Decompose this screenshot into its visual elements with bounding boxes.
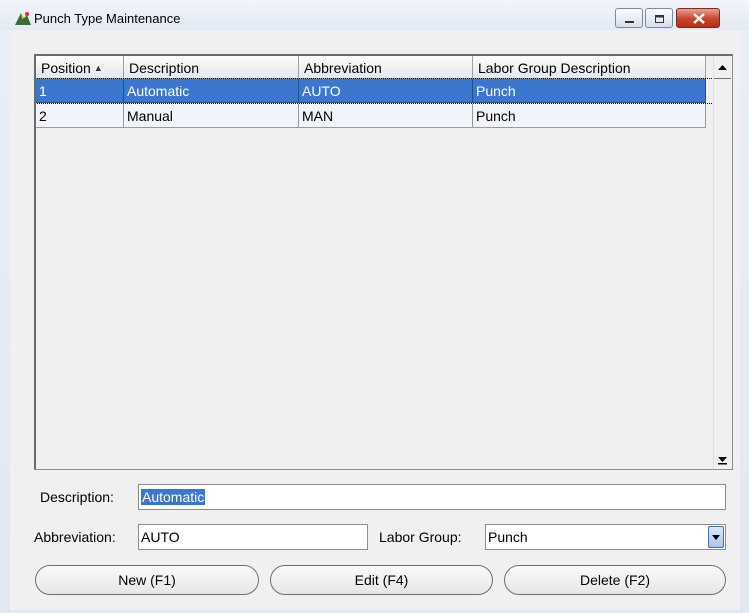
table-row[interactable]: 2 Manual MAN Punch <box>36 104 715 128</box>
cell-description: Manual <box>124 104 299 128</box>
cell-position: 2 <box>36 104 124 128</box>
edit-button[interactable]: Edit (F4) <box>270 565 493 595</box>
abbreviation-field[interactable]: AUTO <box>138 524 368 550</box>
title-bar[interactable]: Punch Type Maintenance <box>0 0 749 30</box>
window-frame: Punch Type Maintenance Position ▲ Descrip… <box>0 0 749 613</box>
column-header-labor-group[interactable]: Labor Group Description <box>473 56 706 79</box>
labor-group-value: Punch <box>488 529 528 545</box>
delete-button[interactable]: Delete (F2) <box>504 565 726 595</box>
new-button[interactable]: New (F1) <box>35 565 259 595</box>
vertical-scrollbar[interactable] <box>713 56 732 469</box>
description-label: Description: <box>40 489 114 505</box>
arrow-down-icon <box>714 455 731 469</box>
description-value: Automatic <box>141 489 206 505</box>
abbreviation-label: Abbreviation: <box>34 529 116 545</box>
abbreviation-value: AUTO <box>141 529 180 545</box>
sort-ascending-icon: ▲ <box>93 63 103 73</box>
cell-description: Automatic <box>124 79 299 103</box>
chevron-down-icon <box>709 534 723 550</box>
description-field[interactable]: Automatic <box>138 484 726 510</box>
column-header-description[interactable]: Description <box>124 56 299 79</box>
labor-group-dropdown-button[interactable] <box>708 526 724 548</box>
close-button[interactable] <box>676 8 720 28</box>
app-logo-icon <box>14 10 32 26</box>
column-header-abbreviation[interactable]: Abbreviation <box>299 56 473 79</box>
arrow-up-icon <box>714 65 731 81</box>
column-header-position[interactable]: Position ▲ <box>36 56 124 79</box>
punch-type-grid[interactable]: Position ▲ Description Abbreviation Labor… <box>34 54 733 470</box>
window-title: Punch Type Maintenance <box>34 11 181 26</box>
scroll-up-button[interactable] <box>714 58 731 79</box>
maximize-button[interactable] <box>645 8 673 28</box>
cell-labor-group: Punch <box>473 104 706 128</box>
labor-group-label: Labor Group: <box>379 529 462 545</box>
table-row[interactable]: 1 Automatic AUTO Punch <box>36 78 716 104</box>
cell-labor-group: Punch <box>473 79 706 103</box>
scroll-down-button[interactable] <box>714 448 731 468</box>
minimize-button[interactable] <box>615 8 643 28</box>
cell-abbreviation: MAN <box>299 104 473 128</box>
labor-group-select[interactable]: Punch <box>485 524 726 550</box>
cell-position: 1 <box>36 79 124 103</box>
cell-abbreviation: AUTO <box>299 79 473 103</box>
grid-header: Position ▲ Description Abbreviation Labor… <box>36 56 716 79</box>
client-area: Position ▲ Description Abbreviation Labor… <box>10 30 740 610</box>
